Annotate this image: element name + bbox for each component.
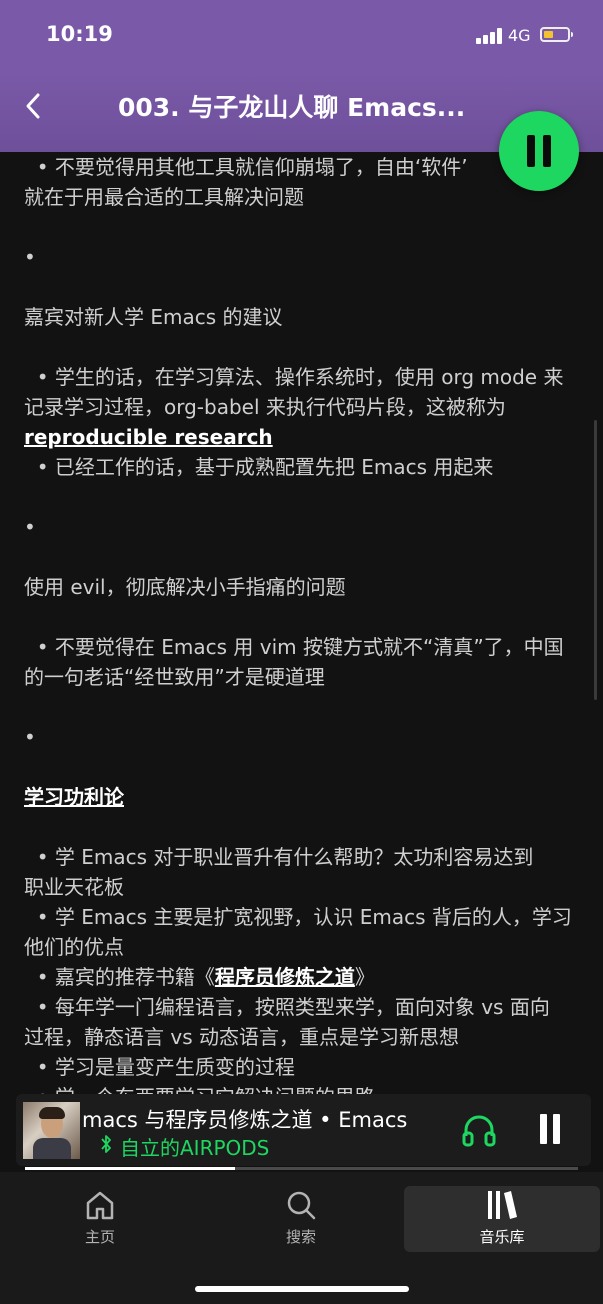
book-link[interactable]: 程序员修炼之道 xyxy=(215,965,355,989)
article-link[interactable]: 学习功利论 xyxy=(24,785,124,809)
scrollbar[interactable] xyxy=(594,420,597,700)
mini-player[interactable]: macs 与程序员修炼之道 • Emacs 自立的AIRPODS xyxy=(16,1094,591,1166)
clock: 10:19 xyxy=(46,22,113,46)
track-title: macs 与程序员修炼之道 • Emacs xyxy=(82,1108,408,1132)
status-bar: 10:19 4G xyxy=(0,0,603,72)
bluetooth-icon xyxy=(101,1135,111,1153)
episode-description: • 不要觉得用其他工具就信仰崩塌了，自由‘软件’ 就在于用最合适的工具解决问题 • 嘉… xyxy=(24,152,580,1102)
article-line: • 学习是量变产生质变的过程 xyxy=(24,1055,295,1079)
article-line: • 已经工作的话，基于成熟配置先把 Emacs 用起来 xyxy=(24,455,494,479)
signal-icon xyxy=(476,28,502,44)
article-line: • 学 Emacs 主要是扩宽视野，认识 Emacs 背后的人，学习 xyxy=(24,905,572,929)
connected-device: 自立的AIRPODS xyxy=(120,1136,270,1160)
tab-home[interactable]: 主页 xyxy=(40,1180,160,1250)
article-line: • 学 Emacs 对于职业晋升有什么帮助？太功利容易达到 xyxy=(24,845,534,869)
article-line: reproducible research xyxy=(24,422,580,452)
tab-library[interactable]: 音乐库 xyxy=(442,1180,562,1250)
article-line: • 不要觉得用其他工具就信仰崩塌了，自由‘软件’ xyxy=(24,155,468,179)
library-icon xyxy=(488,1191,517,1219)
article-line: 的一句老话“经世致用”才是硬道理 xyxy=(24,665,325,689)
article-line: 过程，静态语言 vs 动态语言，重点是学习新思想 xyxy=(24,1025,459,1049)
home-indicator xyxy=(195,1286,409,1292)
pause-icon-bar xyxy=(543,135,551,167)
tab-library-label: 音乐库 xyxy=(479,1228,525,1246)
search-icon xyxy=(287,1191,316,1220)
article-line: • 学生的话，在学习算法、操作系统时，使用 org mode 来 xyxy=(24,365,564,389)
back-icon[interactable] xyxy=(20,90,48,122)
bottom-tab-bar: 主页 搜索 音乐库 xyxy=(0,1172,603,1304)
pause-icon xyxy=(527,135,535,167)
battery-icon xyxy=(540,27,573,42)
article-line: • 不要觉得在 Emacs 用 vim 按键方式就不“清真”了，中国 xyxy=(24,635,564,659)
article-line: 嘉宾对新人学 Emacs 的建议 xyxy=(24,305,283,329)
article-line: 学习功利论 xyxy=(24,782,580,812)
home-icon xyxy=(86,1191,114,1220)
headphones-icon[interactable] xyxy=(461,1112,497,1148)
article-line: • 每年学一门编程语言，按照类型来学，面向对象 vs 面向 xyxy=(24,995,550,1019)
article-line: 记录学习过程，org-babel 来执行代码片段，这被称为 xyxy=(24,395,506,419)
mini-pause-button[interactable] xyxy=(538,1114,562,1144)
article-line: 就在于用最合适的工具解决问题 xyxy=(24,185,304,209)
tab-search-label: 搜索 xyxy=(285,1228,316,1246)
article-text: 》 xyxy=(354,965,375,989)
article-text: • 嘉宾的推荐书籍《 xyxy=(24,965,215,989)
article-line: • xyxy=(24,245,36,269)
article-line: • xyxy=(24,725,36,749)
page-title: 003. 与子龙山人聊 Emacs... xyxy=(118,93,466,122)
article-line: 使用 evil，彻底解决小手指痛的问题 xyxy=(24,575,346,599)
tab-search[interactable]: 搜索 xyxy=(241,1180,361,1250)
tab-home-label: 主页 xyxy=(84,1228,115,1246)
play-pause-button[interactable] xyxy=(499,111,579,191)
article-line: • 嘉宾的推荐书籍《程序员修炼之道》 xyxy=(24,962,580,992)
network-label: 4G xyxy=(508,26,531,45)
article-line: 他们的优点 xyxy=(24,935,124,959)
article-line: • xyxy=(24,515,36,539)
article-link[interactable]: reproducible research xyxy=(24,425,273,449)
playback-progress-bar[interactable] xyxy=(25,1167,578,1170)
album-cover xyxy=(23,1102,80,1159)
playback-progress-fill xyxy=(25,1167,236,1170)
article-line: 职业天花板 xyxy=(24,875,124,899)
